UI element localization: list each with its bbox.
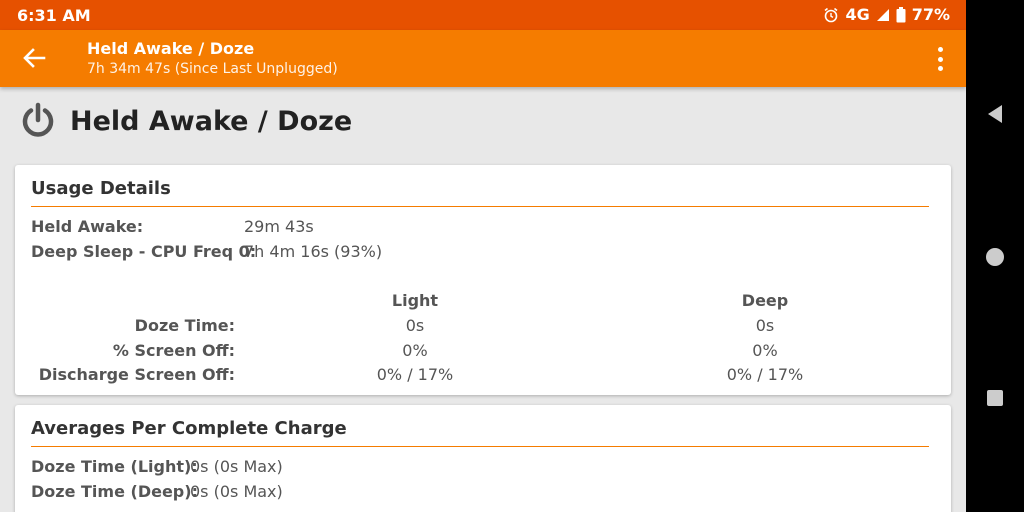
table-cell: 0% <box>752 341 778 360</box>
table-row-label: Discharge Screen Off: <box>38 365 235 384</box>
battery-icon <box>896 6 906 23</box>
column-header-deep: Deep <box>741 291 789 310</box>
app-bar: Held Awake / Doze 7h 34m 47s (Since Last… <box>0 30 966 87</box>
back-arrow-icon[interactable] <box>20 44 48 72</box>
table-row-label: % Screen Off: <box>112 341 235 360</box>
nav-home-icon[interactable] <box>986 248 1004 266</box>
detail-value: 29m 43s <box>244 217 314 236</box>
table-cell: 0% / 17% <box>726 365 804 384</box>
detail-value: 7h 4m 16s (93%) <box>244 242 383 261</box>
status-icons: 4G 77% <box>823 5 950 24</box>
average-row: Doze Time (Light): <box>31 457 198 476</box>
table-cell: 0% <box>402 341 428 360</box>
overflow-menu-icon[interactable] <box>934 45 946 73</box>
nav-back-icon[interactable] <box>986 104 1004 128</box>
app-bar-subtitle: 7h 34m 47s (Since Last Unplugged) <box>87 61 338 77</box>
network-type: 4G <box>845 5 870 24</box>
detail-row: Held Awake: <box>31 217 143 236</box>
detail-row: Deep Sleep - CPU Freq 0: <box>31 242 256 261</box>
detail-label: Deep Sleep - CPU Freq 0: <box>31 242 257 261</box>
battery-percent: 77% <box>911 5 950 24</box>
card-title: Usage Details <box>31 178 171 199</box>
table-row-label: Doze Time: <box>134 316 235 335</box>
averages-card: Averages Per Complete Charge Doze Time (… <box>15 405 951 512</box>
status-time: 6:31 AM <box>17 6 91 25</box>
page-title: Held Awake / Doze <box>70 105 353 137</box>
average-row: Doze Time (Deep): <box>31 482 198 501</box>
table-cell: 0s <box>405 316 425 335</box>
average-value: 0s (0s Max) <box>190 457 283 476</box>
power-icon <box>18 101 58 141</box>
card-title: Averages Per Complete Charge <box>31 418 347 439</box>
usage-details-card: Usage Details Held Awake: 29m 43s Deep S… <box>15 165 951 395</box>
content-area: Held Awake / Doze Usage Details Held Awa… <box>0 87 966 512</box>
divider <box>31 446 929 447</box>
detail-label: Held Awake: <box>31 217 144 236</box>
average-label: Doze Time (Deep): <box>31 482 198 501</box>
average-value: 0s (0s Max) <box>190 482 283 501</box>
app-bar-title: Held Awake / Doze <box>87 39 255 58</box>
table-cell: 0% / 17% <box>376 365 454 384</box>
alarm-icon <box>823 7 839 23</box>
page-header: Held Awake / Doze <box>18 101 352 141</box>
status-bar: 6:31 AM 4G 77% <box>0 0 966 30</box>
signal-icon <box>876 8 890 22</box>
average-label: Doze Time (Light): <box>31 457 198 476</box>
table-cell: 0s <box>755 316 775 335</box>
divider <box>31 206 929 207</box>
nav-recents-icon[interactable] <box>987 390 1003 406</box>
column-header-light: Light <box>391 291 439 310</box>
